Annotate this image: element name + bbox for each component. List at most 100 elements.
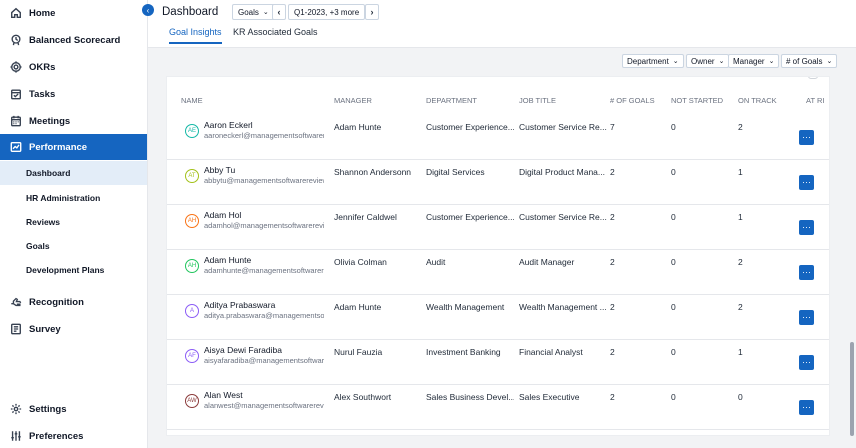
employee-name[interactable]: Aditya Prabaswara bbox=[204, 300, 275, 310]
sidebar-item-label: Tasks bbox=[29, 88, 56, 100]
more-actions-button[interactable]: ··· bbox=[799, 310, 814, 325]
column-header-not-started[interactable]: NOT STARTED bbox=[671, 96, 723, 105]
sidebar-subitem-goals[interactable]: Goals bbox=[0, 234, 147, 258]
table-row[interactable]: AH Adam Holadamhol@managementsoftwarerevi… bbox=[167, 205, 829, 250]
department-cell: Audit bbox=[426, 257, 446, 267]
avatar: AW bbox=[185, 394, 199, 408]
employee-name[interactable]: Adam Hunte bbox=[204, 255, 251, 265]
header: Dashboard Goals ⌄ ‹ Q1-2023, +3 more › G… bbox=[148, 0, 856, 48]
table-row[interactable]: AF Aisya Dewi Faradiba aisyafaradiba@manag… bbox=[167, 340, 829, 385]
horizontal-scroll-handle[interactable] bbox=[808, 77, 818, 79]
employee-email: aisyafaradiba@managementsoftwarereview.c… bbox=[204, 356, 324, 365]
column-header-on-track[interactable]: ON TRACK bbox=[738, 96, 777, 105]
employee-name[interactable]: Abby Tu bbox=[204, 165, 235, 175]
table-row[interactable]: AH Adam Hunte adamhunte@managementsoftware… bbox=[167, 250, 829, 295]
sidebar-item-survey[interactable]: Survey bbox=[0, 316, 147, 342]
more-actions-button[interactable]: ··· bbox=[799, 400, 814, 415]
sidebar-item-label: Home bbox=[29, 7, 56, 19]
manager-cell: Nurul Fauzia bbox=[334, 347, 383, 357]
filter-label: Department bbox=[627, 56, 669, 66]
table-row[interactable]: AW Alan West alanwest@managementsoftwarere… bbox=[167, 385, 829, 430]
more-actions-button[interactable]: ··· bbox=[799, 265, 814, 280]
sidebar-item-label: Preferences bbox=[29, 430, 84, 442]
department-cell: Customer Experience... bbox=[426, 212, 514, 222]
survey-icon bbox=[9, 323, 22, 336]
column-header-name[interactable]: NAME bbox=[181, 96, 203, 105]
filter-label: Manager bbox=[733, 56, 765, 66]
sidebar-item-recognition[interactable]: Recognition bbox=[0, 289, 147, 315]
manager-cell: Jennifer Caldwel bbox=[334, 212, 397, 222]
tab-goal-insights[interactable]: Goal Insights bbox=[169, 27, 222, 44]
not-started-cell: 0 bbox=[671, 347, 676, 357]
chevron-right-icon: › bbox=[370, 7, 374, 17]
sidebar-item-settings[interactable]: Settings bbox=[0, 396, 147, 422]
more-actions-button[interactable]: ··· bbox=[799, 220, 814, 235]
goal-insights-table: NAME MANAGER DEPARTMENT JOB TITLE # OF G… bbox=[166, 76, 830, 436]
department-filter[interactable]: Department ⌄ bbox=[622, 54, 684, 68]
employee-email: adamhol@managementsoftwarereview.com bbox=[204, 221, 324, 230]
manager-cell: Alex Southwort bbox=[334, 392, 392, 402]
employee-email: aditya.prabaswara@managementsoftwarerevi… bbox=[204, 311, 324, 320]
manager-filter[interactable]: Manager ⌄ bbox=[728, 54, 780, 68]
sidebar-subitem-development-plans[interactable]: Development Plans bbox=[0, 258, 147, 282]
next-period-button[interactable]: › bbox=[365, 4, 379, 20]
sidebar-subitem-label: Dashboard bbox=[26, 168, 71, 178]
on-track-cell: 1 bbox=[738, 167, 743, 177]
column-header-goals[interactable]: # OF GOALS bbox=[610, 96, 655, 105]
more-actions-button[interactable]: ··· bbox=[799, 175, 814, 190]
sidebar: Home Balanced Scorecard OKRs Tasks Meeti… bbox=[0, 0, 148, 448]
sidebar-item-preferences[interactable]: Preferences bbox=[0, 423, 147, 448]
goals-count-filter[interactable]: # of Goals ⌄ bbox=[781, 54, 838, 68]
manager-cell: Adam Hunte bbox=[334, 122, 382, 132]
gear-icon bbox=[9, 403, 22, 416]
sidebar-subitem-reviews[interactable]: Reviews bbox=[0, 210, 147, 234]
department-cell: Sales Business Devel... bbox=[426, 392, 514, 402]
on-track-cell: 2 bbox=[738, 302, 743, 312]
avatar-initials: AH bbox=[187, 263, 197, 269]
department-cell: Customer Experience... bbox=[426, 122, 514, 132]
job-title-cell: Customer Service Re... bbox=[519, 212, 607, 222]
sidebar-subitem-hr-administration[interactable]: HR Administration bbox=[0, 186, 147, 210]
sidebar-collapse-button[interactable]: ‹ bbox=[142, 4, 154, 16]
table-row[interactable]: AE Aaron Eckerl aaroneckerl@managementsoft… bbox=[167, 115, 829, 160]
avatar-initials: A bbox=[189, 308, 194, 314]
goals-dropdown[interactable]: Goals ⌄ bbox=[232, 4, 275, 20]
employee-name[interactable]: Aaron Eckerl bbox=[204, 120, 253, 130]
more-actions-button[interactable]: ··· bbox=[799, 355, 814, 370]
table-row[interactable]: AT Abby Tuabbytu@managementsoftwarereview… bbox=[167, 160, 829, 205]
sidebar-subitem-dashboard[interactable]: Dashboard bbox=[0, 161, 147, 185]
sidebar-item-tasks[interactable]: Tasks bbox=[0, 81, 147, 107]
sidebar-subitem-label: HR Administration bbox=[26, 193, 101, 203]
on-track-cell: 2 bbox=[738, 122, 743, 132]
target-icon bbox=[9, 61, 22, 74]
owner-filter[interactable]: Owner ⌄ bbox=[686, 54, 730, 68]
column-header-job-title[interactable]: JOB TITLE bbox=[519, 96, 556, 105]
chevron-left-icon: ‹ bbox=[146, 5, 150, 15]
column-header-at-risk[interactable]: AT RI bbox=[806, 96, 824, 105]
tasks-icon bbox=[9, 88, 22, 101]
sidebar-item-okrs[interactable]: OKRs bbox=[0, 54, 147, 80]
job-title-cell: Customer Service Re... bbox=[519, 122, 607, 132]
sliders-icon bbox=[9, 430, 22, 443]
sidebar-subitem-label: Goals bbox=[26, 241, 50, 251]
employee-name[interactable]: Alan West bbox=[204, 390, 243, 400]
column-header-manager[interactable]: MANAGER bbox=[334, 96, 372, 105]
column-header-department[interactable]: DEPARTMENT bbox=[426, 96, 477, 105]
sidebar-item-balanced-scorecard[interactable]: Balanced Scorecard bbox=[0, 27, 147, 53]
employee-name[interactable]: Aisya Dewi Faradiba bbox=[204, 345, 282, 355]
sidebar-item-performance[interactable]: Performance bbox=[0, 134, 147, 160]
prev-period-button[interactable]: ‹ bbox=[272, 4, 286, 20]
avatar-initials: AW bbox=[187, 398, 197, 404]
goals-count-cell: 2 bbox=[610, 392, 615, 402]
tab-kr-associated-goals[interactable]: KR Associated Goals bbox=[233, 27, 318, 44]
sidebar-item-home[interactable]: Home bbox=[0, 0, 147, 26]
employee-name[interactable]: Adam Hol bbox=[204, 210, 241, 220]
vertical-scrollbar[interactable] bbox=[850, 342, 854, 436]
table-row[interactable]: A Aditya Prabaswara aditya.prabaswara@mana… bbox=[167, 295, 829, 340]
chevron-down-icon: ⌄ bbox=[768, 58, 775, 65]
more-actions-button[interactable]: ··· bbox=[799, 130, 814, 145]
period-selector[interactable]: Q1-2023, +3 more bbox=[288, 4, 366, 20]
sidebar-item-meetings[interactable]: Meetings bbox=[0, 108, 147, 134]
scorecard-icon bbox=[9, 34, 22, 47]
sidebar-item-label: Survey bbox=[29, 323, 61, 335]
